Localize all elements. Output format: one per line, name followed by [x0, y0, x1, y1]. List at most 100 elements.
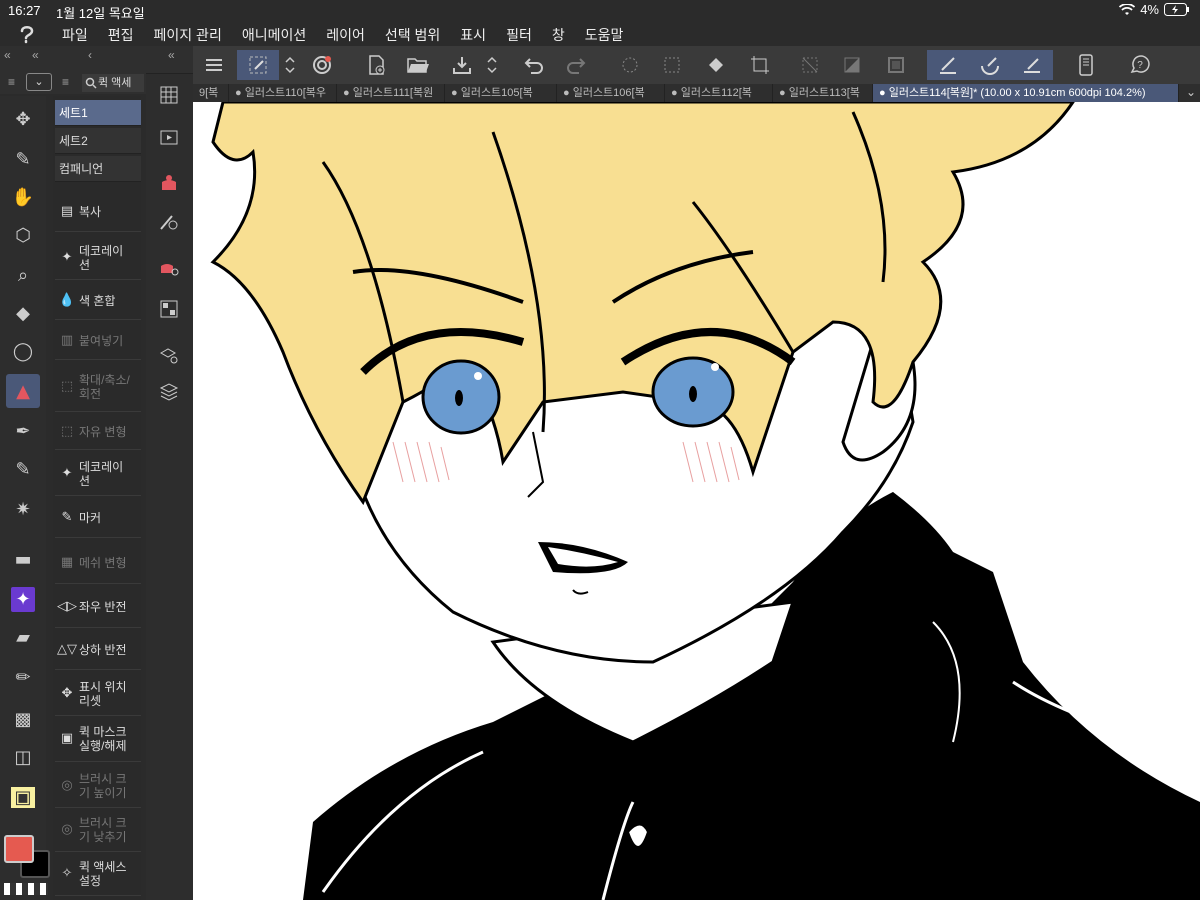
tabs-dropdown-icon[interactable]: ⌄ [1186, 85, 1196, 99]
save-stepper-button[interactable] [483, 50, 501, 80]
lasso-tool-button[interactable]: ◯ [6, 334, 40, 368]
quick-item-8[interactable]: ▦ 메쉬 변형 [55, 542, 141, 584]
gradient-tool-button[interactable]: ▩ [6, 702, 40, 736]
nav-left-icon[interactable]: ‹ [88, 48, 92, 62]
decoration-tool-button[interactable]: ✦ [6, 582, 40, 616]
quick-item-5[interactable]: ⬚ 자유 변형 [55, 414, 141, 450]
border-button[interactable] [879, 50, 913, 80]
pen-nib-tool-button[interactable]: ✎ [6, 142, 40, 176]
open-button[interactable] [401, 50, 435, 80]
quick-set-1[interactable]: 세트2 [55, 128, 141, 154]
side-animation-button[interactable] [156, 124, 182, 150]
menu-item-6[interactable]: 표시 [460, 25, 486, 45]
quick-set-2[interactable]: 컴패니언 [55, 156, 141, 182]
eraser-tool-button[interactable]: ▬ [6, 542, 40, 576]
quick-access-tab[interactable]: 퀵 액세 [82, 74, 144, 92]
expand-icon[interactable]: « [168, 48, 175, 62]
quick-item-14[interactable]: ◎ 브러시 크 기 낮추기 [55, 808, 141, 852]
device-button[interactable] [1069, 50, 1103, 80]
pencil-tool-button[interactable]: ✏ [6, 660, 40, 694]
blend-tool-button[interactable]: ◫ [6, 740, 40, 774]
quick-item-0[interactable]: ▤ 복사 [55, 192, 141, 232]
hamburger-menu-button[interactable] [199, 50, 229, 80]
menu-item-5[interactable]: 선택 범위 [385, 25, 440, 45]
special-ruler-button[interactable] [969, 50, 1011, 80]
select-button[interactable] [655, 50, 689, 80]
menu-item-4[interactable]: 레이어 [326, 25, 365, 45]
menu-lines-icon-2[interactable]: ≡ [62, 75, 69, 89]
side-material-button[interactable] [156, 254, 182, 280]
document-tab[interactable]: ● 일러스트111[복원 [337, 84, 445, 102]
quick-item-13[interactable]: ◎ 브러시 크 기 높이기 [55, 764, 141, 808]
transform-button[interactable] [613, 50, 647, 80]
3d-cube-tool-button[interactable]: ⬡ [6, 218, 40, 252]
dropdown-icon[interactable]: ⌄ [26, 73, 52, 91]
document-tab[interactable]: ● 일러스트113[복 [773, 84, 873, 102]
document-tab[interactable]: 9[복 [193, 84, 229, 102]
menu-item-8[interactable]: 창 [552, 25, 565, 45]
stepper-button[interactable] [281, 50, 299, 80]
collapse-left-icon[interactable]: « [4, 48, 11, 62]
quick-set-0[interactable]: 세트1 [55, 100, 141, 126]
quick-item-2[interactable]: 💧 색 혼합 [55, 282, 141, 320]
side-palette-button[interactable] [156, 296, 182, 322]
menu-item-1[interactable]: 편집 [108, 25, 134, 45]
document-tab[interactable]: ● 일러스트110[복우 [229, 84, 337, 102]
side-color-button[interactable] [156, 170, 182, 196]
move-tool-button[interactable]: ✥ [6, 102, 40, 136]
crop-button[interactable] [743, 50, 777, 80]
spiral-button[interactable] [305, 50, 339, 80]
sparkle-tool-button[interactable]: ✷ [6, 492, 40, 526]
main-color-swatch[interactable] [4, 835, 34, 863]
quick-item-15[interactable]: ✧ 퀵 액세스 설정 [55, 852, 141, 896]
menu-item-0[interactable]: 파일 [62, 25, 88, 45]
menu-lines-icon[interactable]: ≡ [8, 75, 15, 89]
side-brush-button[interactable] [156, 208, 182, 234]
document-tab[interactable]: ● 일러스트112[복 [665, 84, 773, 102]
quick-item-7[interactable]: ✎ 마커 [55, 498, 141, 538]
document-tab[interactable]: ● 일러스트114[복원]* (10.00 x 10.91cm 600dpi 1… [873, 84, 1179, 102]
quick-item-10[interactable]: △▽ 상하 반전 [55, 630, 141, 670]
document-tab[interactable]: ● 일러스트106[복 [557, 84, 665, 102]
fill-button[interactable] [699, 50, 733, 80]
frame-icon [888, 57, 904, 73]
quick-item-11[interactable]: ✥ 표시 위치 리셋 [55, 672, 141, 716]
ruler-snap-button[interactable] [927, 50, 969, 80]
fill-tool-button[interactable]: ◆ [6, 296, 40, 330]
redo-button[interactable] [559, 50, 593, 80]
quick-item-1[interactable]: ✦ 데코레이 션 [55, 236, 141, 280]
quick-item-4[interactable]: ⬚ 확대/축소/ 회전 [55, 362, 141, 412]
zoom-tool-button[interactable]: ⌕ [6, 258, 40, 292]
side-calendar-button[interactable] [156, 82, 182, 108]
quick-item-3[interactable]: ▥ 붙여넣기 [55, 322, 141, 360]
menu-item-9[interactable]: 도움말 [585, 25, 624, 45]
menu-item-7[interactable]: 필터 [506, 25, 532, 45]
undo-button[interactable] [517, 50, 551, 80]
eyedropper-tool-button[interactable]: ✒ [6, 414, 40, 448]
document-tab[interactable]: ● 일러스트105[복 [445, 84, 557, 102]
stabilizer-button[interactable] [237, 50, 279, 80]
frame-tool-button[interactable]: ▣ [6, 780, 40, 814]
quick-item-6[interactable]: ✦ 데코레이 션 [55, 452, 141, 496]
new-button[interactable] [359, 50, 393, 80]
brush-active-tool-button[interactable]: ▲ [6, 374, 40, 408]
collapse-icon[interactable]: « [32, 48, 39, 62]
hand-tool-button[interactable]: ✋ [6, 180, 40, 214]
app-logo-icon[interactable] [16, 23, 38, 45]
menu-item-2[interactable]: 페이지 관리 [154, 25, 222, 45]
save-button[interactable] [445, 50, 479, 80]
marker-tool-button[interactable]: ▰ [6, 620, 40, 654]
save-tray-icon [453, 57, 471, 74]
transparent-color-swatch[interactable] [4, 883, 48, 895]
quick-item-9[interactable]: ◁▷ 좌우 반전 [55, 586, 141, 628]
quick-item-12[interactable]: ▣ 퀵 마스크 실행/해제 [55, 716, 141, 762]
pen-tool-button[interactable]: ✎ [6, 452, 40, 486]
canvas[interactable] [193, 102, 1200, 900]
deselect-button[interactable] [793, 50, 827, 80]
help-button[interactable]: ? [1123, 50, 1157, 80]
grid-snap-button[interactable] [1011, 50, 1053, 80]
side-layer-property-button[interactable] [156, 342, 182, 368]
side-layers-button[interactable] [156, 378, 182, 404]
menu-item-3[interactable]: 애니메이션 [242, 25, 306, 45]
invert-button[interactable] [835, 50, 869, 80]
